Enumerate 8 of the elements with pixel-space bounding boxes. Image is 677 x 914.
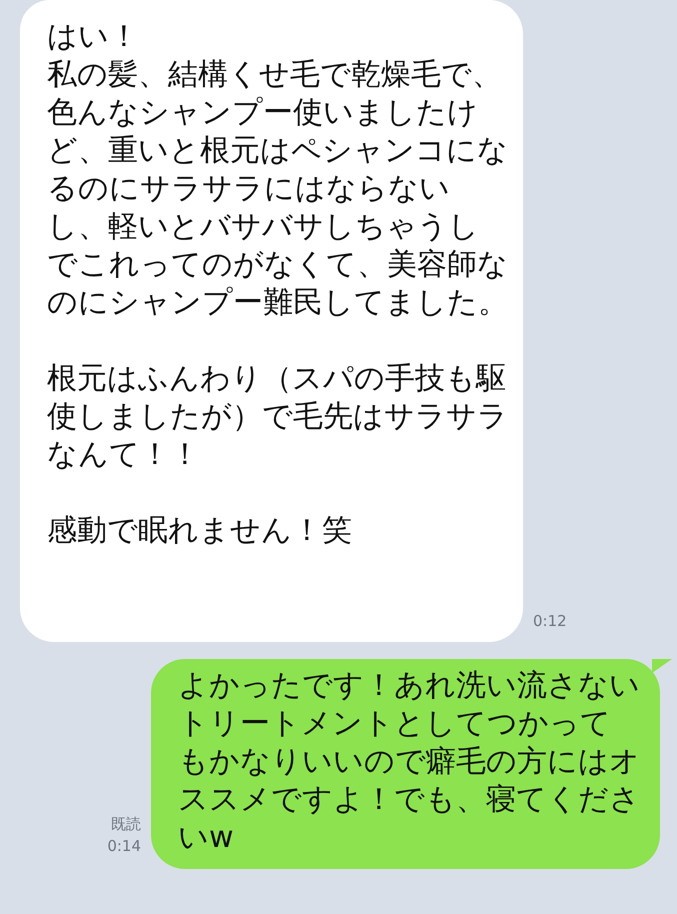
message-text: 私の髪、結構くせ毛で乾燥毛で、色んなシャンプー使いましたけど、重いと根元はペシャンコになるのにサラサラにはならないし、軽いとバサバサしちゃうしでこれってのがなくて、美容師なのにシャンプー難民してました。 bbox=[47, 56, 509, 322]
read-receipt: 既読 bbox=[111, 814, 141, 835]
message-text: よかったです！あれ洗い流さないトリートメントとしてつかってもかなりいいので癖毛の方にはオススメですよ！でも、寝てくださいw bbox=[178, 667, 640, 857]
message-text: 感動で眠れません！笑 bbox=[47, 512, 353, 550]
message-time: 0:12 bbox=[533, 611, 567, 632]
message-text: 根元はふんわり（スパの手技も駆使しましたが）で毛先はサラサラなんて！！ bbox=[47, 360, 509, 474]
message-time: 0:14 bbox=[107, 836, 141, 857]
message-text: はい！ bbox=[47, 18, 140, 56]
